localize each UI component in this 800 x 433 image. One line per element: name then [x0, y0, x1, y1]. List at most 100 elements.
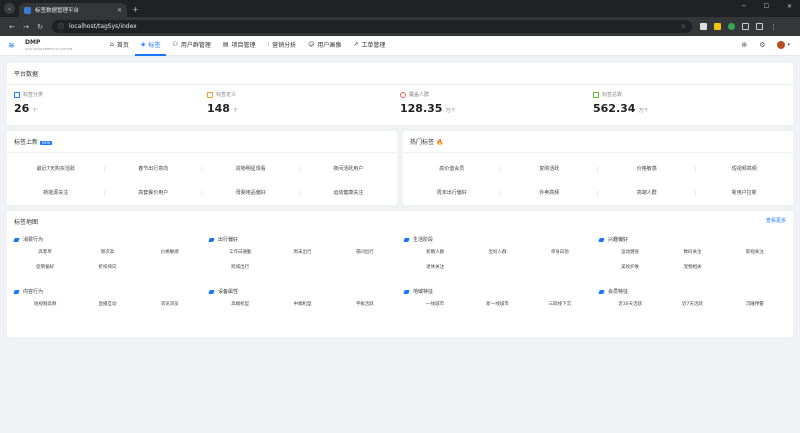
tag-item[interactable]: 直播互动 — [76, 301, 138, 307]
tag-item[interactable]: 最近7天购买活跃 — [7, 157, 105, 181]
bookmark-star-icon[interactable]: ☆ — [681, 23, 686, 30]
tag-item[interactable]: 运动健身 — [599, 249, 661, 255]
extension-icon[interactable] — [728, 23, 735, 30]
tag-item[interactable]: 促销偏好 — [14, 264, 76, 270]
tag-icon: ◈ — [140, 41, 146, 48]
tag-item[interactable]: 一线城市 — [404, 301, 466, 307]
favicon-icon — [24, 6, 31, 14]
tag-item[interactable]: 高端机型 — [209, 301, 271, 307]
tag-item[interactable]: 新能源关注 — [7, 181, 105, 205]
tag-group-travel: 出行偏好 工作日通勤 周末出行 夜间出行 跨城出行 — [208, 236, 396, 270]
tag-item[interactable]: 夜间活跃用户 — [300, 157, 398, 181]
project-icon: ▤ — [222, 41, 229, 48]
tag-item[interactable]: 工作日通勤 — [209, 249, 271, 255]
tag-item[interactable]: 美妆护肤 — [599, 264, 661, 270]
tag-item[interactable]: 折扣倾向 — [76, 264, 138, 270]
close-window-icon[interactable]: ✕ — [787, 3, 792, 10]
tag-item[interactable]: 数码关注 — [661, 249, 723, 255]
header-actions: ⊕ ⚙ ▾ — [741, 41, 790, 49]
tag-item[interactable]: 周末出行 — [271, 249, 333, 255]
tag-item[interactable]: 运动健康关注 — [300, 181, 398, 205]
tag-group-device: 设备属性 高端机型 中端机型 平板活跃 — [208, 288, 396, 307]
new-tab-icon[interactable]: + — [132, 5, 139, 14]
tag-icon — [598, 289, 605, 294]
menu-item-user-groups[interactable]: ⚇ 用户群管理 — [166, 36, 216, 56]
reload-icon[interactable]: ↻ — [34, 23, 46, 31]
menu-item-home[interactable]: ⌂ 首页 — [104, 36, 135, 56]
tag-item[interactable]: 新一线城市 — [466, 301, 528, 307]
menu-item-tags[interactable]: ◈ 标签 — [134, 36, 167, 56]
back-icon[interactable]: ← — [6, 23, 18, 31]
tab-search-icon[interactable]: ⌄ — [4, 3, 15, 14]
menu-item-projects[interactable]: ▤ 项目管理 — [217, 36, 262, 56]
tag-item[interactable]: 价格敏感 — [139, 249, 201, 255]
tag-item[interactable]: 母婴用品偏好 — [202, 181, 300, 205]
stat-tag-definitions: 标签定义 148 个 — [207, 91, 238, 115]
tag-group-membership: 会员特征 近30天活跃 近7天活跃 沉睡预警 — [598, 288, 786, 307]
globe-icon[interactable]: ⊕ — [741, 41, 747, 49]
logo[interactable]: ≋ DMP DATA MANAGEMENT PLATFORM — [8, 39, 104, 52]
puzzle-icon[interactable] — [742, 23, 749, 30]
card-title: 平台数据 — [7, 63, 793, 85]
tag-item[interactable]: 高端人群 — [598, 181, 696, 205]
users-icon — [400, 91, 406, 98]
stat-tag-total: 标签总数 562.34 万个 — [593, 91, 649, 115]
extensions-area: ⋮ — [700, 23, 777, 31]
tag-item[interactable]: 单身白领 — [529, 249, 591, 255]
new-tags-card: 标签上新 NEW 最近7天购买活跃 春节出行意向 造物明星观看 夜间活跃用户 新能… — [7, 131, 397, 205]
tag-item[interactable]: 新婚人群 — [404, 249, 466, 255]
maximize-icon[interactable]: ☐ — [764, 3, 769, 10]
tag-item[interactable]: 造物明星观看 — [202, 157, 300, 181]
main-menu: ⌂ 首页 ◈ 标签 ⚇ 用户群管理 ▤ 项目管理 ⫶ 营销分析 ☺ 用户画像 ↗ 工单管理 — [104, 36, 391, 56]
tag-item[interactable]: 频次高 — [76, 249, 138, 255]
settings-icon[interactable]: ⚙ — [759, 41, 765, 49]
tag-icon — [208, 289, 215, 294]
logo-subtitle: DATA MANAGEMENT PLATFORM — [25, 46, 73, 51]
tag-item[interactable]: 影视关注 — [724, 249, 786, 255]
card-title: 热门标签 🔥 — [403, 131, 793, 153]
sidepanel-icon[interactable] — [756, 23, 763, 30]
menu-item-profile[interactable]: ☺ 用户画像 — [302, 36, 347, 56]
tag-item[interactable]: 周末出行偏好 — [403, 181, 501, 205]
tag-item[interactable]: 高套餐价用户 — [105, 181, 203, 205]
tag-item[interactable]: 新用户拉新 — [696, 181, 794, 205]
chevron-down-icon: ▾ — [787, 42, 790, 48]
tag-map-card: 标签地图 查看更多 消费行为 高客单 频次高 价格敏感 促销偏好 折扣倾向 出行… — [7, 211, 793, 337]
tag-item[interactable]: 中端机型 — [271, 301, 333, 307]
close-tab-icon[interactable]: ✕ — [117, 7, 122, 14]
minimize-icon[interactable]: ─ — [742, 3, 746, 10]
tag-item[interactable]: 三四线下沉 — [529, 301, 591, 307]
extension-icon[interactable] — [714, 23, 721, 30]
address-bar[interactable]: ⓘ localhost/tagSys/index ☆ — [52, 20, 692, 33]
hot-tags-card: 热门标签 🔥 高价值会员 复购活跃 价格敏感 短视频高频 周末出行偏好 外卖高频 … — [403, 131, 793, 205]
menu-item-marketing[interactable]: ⫶ 营销分析 — [262, 36, 303, 56]
tag-icon — [208, 237, 215, 242]
extension-icon[interactable] — [700, 23, 707, 30]
tag-item[interactable]: 平板活跃 — [334, 301, 396, 307]
tag-item[interactable]: 宝妈人群 — [466, 249, 528, 255]
menu-item-tickets[interactable]: ↗ 工单管理 — [347, 36, 391, 56]
tag-item[interactable]: 资讯浏览 — [139, 301, 201, 307]
tag-icon — [403, 289, 410, 294]
tag-item[interactable]: 宠物相关 — [661, 264, 723, 270]
tag-item[interactable]: 夜间出行 — [334, 249, 396, 255]
tag-item[interactable]: 跨城出行 — [209, 264, 271, 270]
site-info-icon[interactable]: ⓘ — [58, 22, 64, 31]
forward-icon[interactable]: → — [20, 23, 32, 31]
view-more-link[interactable]: 查看更多 — [766, 217, 786, 224]
user-menu[interactable]: ▾ — [777, 41, 790, 49]
tag-item[interactable]: 春节出行意向 — [105, 157, 203, 181]
tag-item[interactable]: 退休关注 — [404, 264, 466, 270]
tag-item[interactable]: 高价值会员 — [403, 157, 501, 181]
tag-item[interactable]: 外卖高频 — [501, 181, 599, 205]
tag-item[interactable]: 沉睡预警 — [724, 301, 786, 307]
browser-tab[interactable]: 标签数据管理平台 ✕ — [19, 3, 127, 17]
tag-item[interactable]: 价格敏感 — [598, 157, 696, 181]
tag-item[interactable]: 复购活跃 — [501, 157, 599, 181]
tag-item[interactable]: 高客单 — [14, 249, 76, 255]
tag-item[interactable]: 近7天活跃 — [661, 301, 723, 307]
tag-item[interactable]: 近30天活跃 — [599, 301, 661, 307]
tag-item[interactable]: 短视频高频 — [14, 301, 76, 307]
tag-item[interactable]: 短视频高频 — [696, 157, 794, 181]
menu-dots-icon[interactable]: ⋮ — [770, 23, 777, 31]
